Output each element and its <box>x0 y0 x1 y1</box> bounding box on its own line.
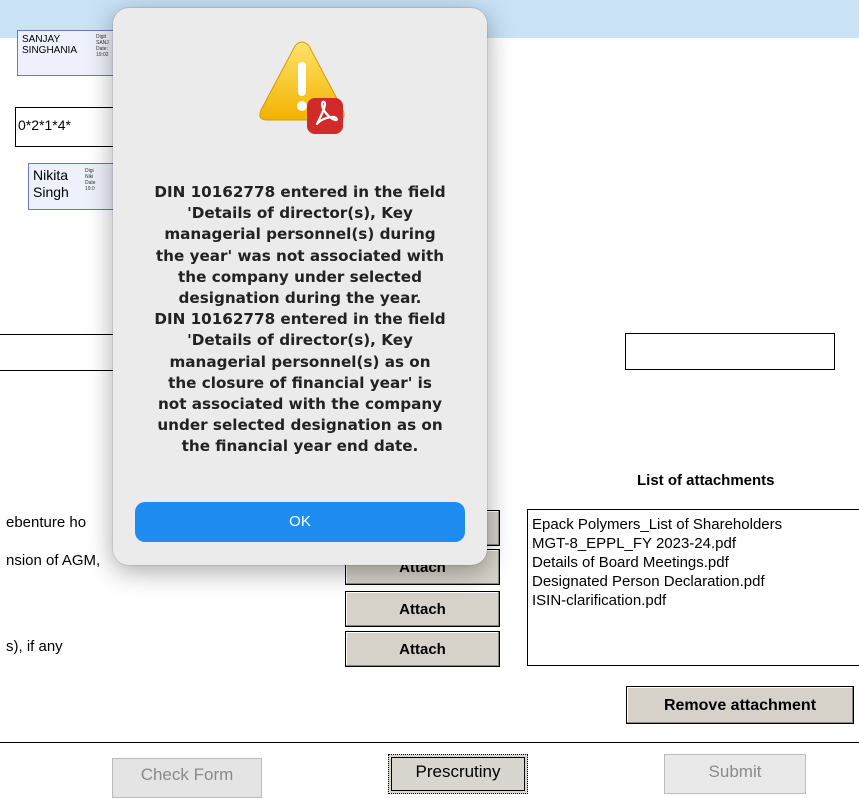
digital-signature-nikita[interactable]: Nikita Singh Digi Niki Date 19:0 <box>28 163 117 210</box>
optional-attachment-label: s), if any <box>6 638 63 655</box>
pan-field[interactable]: 0*2*1*4* <box>15 107 120 147</box>
signature-meta: Digit SANJ Date: 19:02 <box>96 34 109 58</box>
section-divider <box>0 742 859 743</box>
attachment-item[interactable]: Epack Polymers_List of Shareholders <box>532 515 859 534</box>
submit-button[interactable]: Submit <box>664 754 806 794</box>
warning-acrobat-icon <box>259 41 345 134</box>
check-form-button[interactable]: Check Form <box>112 758 262 798</box>
signature-name: SANJAY SINGHANIA <box>22 34 78 56</box>
alert-dialog: DIN 10162778 entered in the field 'Detai… <box>113 8 487 565</box>
attachment-item[interactable]: ISIN-clarification.pdf <box>532 591 859 610</box>
remove-attachment-button[interactable]: Remove attachment <box>626 686 854 724</box>
attachment-item[interactable]: Designated Person Declaration.pdf <box>532 572 859 591</box>
alert-message: DIN 10162778 entered in the field 'Detai… <box>154 183 446 456</box>
attach-button-4[interactable]: Attach <box>345 631 500 667</box>
attachments-list[interactable]: Epack Polymers_List of Shareholders MGT-… <box>527 509 859 666</box>
ok-button[interactable]: OK <box>135 502 465 542</box>
prescrutiny-button[interactable]: Prescrutiny <box>388 754 528 794</box>
signature-meta: Digi Niki Date 19:0 <box>85 168 96 192</box>
text-field[interactable] <box>625 333 835 370</box>
attach-button-3[interactable]: Attach <box>345 591 500 627</box>
attachment-item[interactable]: MGT-8_EPPL_FY 2023-24.pdf <box>532 534 859 553</box>
agm-extension-label: nsion of AGM, <box>6 552 101 569</box>
attachments-title: List of attachments <box>637 472 775 489</box>
debenture-label: ebenture ho <box>6 514 87 531</box>
form-line <box>0 334 130 335</box>
digital-signature-sanjay[interactable]: SANJAY SINGHANIA Digit SANJ Date: 19:02 <box>17 30 117 76</box>
signature-name: Nikita Singh <box>33 167 69 200</box>
attachment-item[interactable]: Details of Board Meetings.pdf <box>532 553 859 572</box>
form-line <box>0 370 130 371</box>
